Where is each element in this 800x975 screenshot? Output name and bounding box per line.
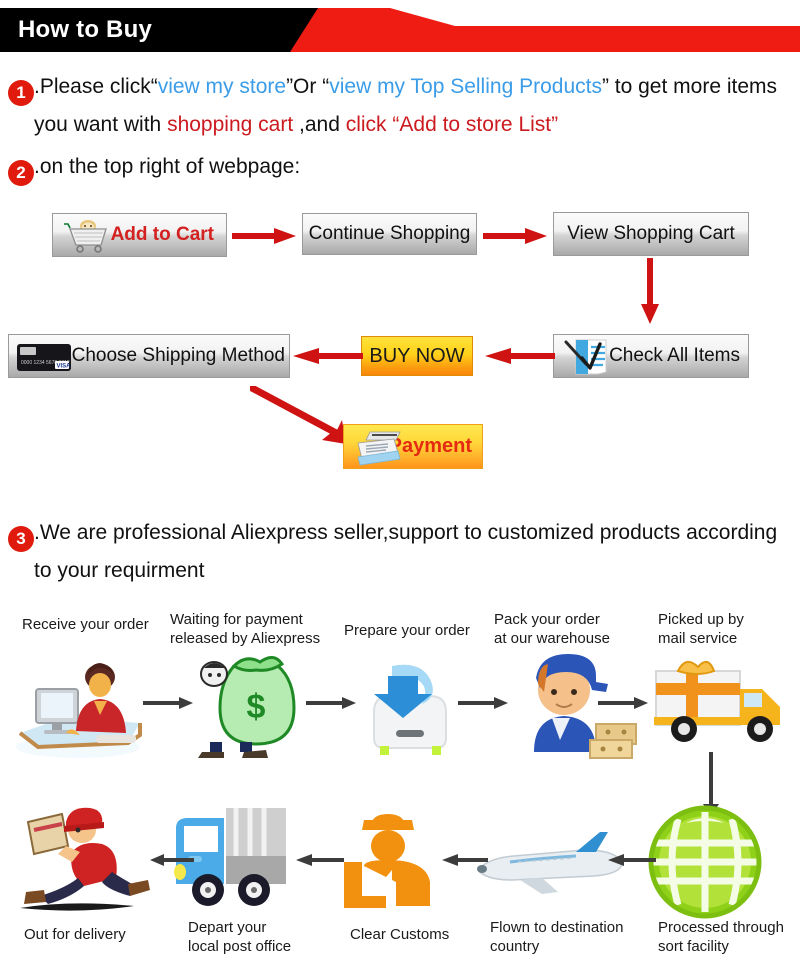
how-to-buy-banner: How to Buy bbox=[0, 8, 800, 52]
step-1-text-e: ,and bbox=[293, 113, 346, 136]
shopping-cart-emphasis: shopping cart bbox=[167, 113, 294, 136]
arrow-down-to-check-all-items bbox=[641, 258, 659, 324]
ship-arrow-5 bbox=[150, 854, 194, 866]
buy-now-label: BUY NOW bbox=[369, 344, 465, 367]
ship-label-prepare-your-order: Prepare your order bbox=[344, 622, 470, 639]
add-to-cart-button[interactable]: Add to Cart bbox=[52, 213, 227, 257]
ship-label-picked-up-by-mail-service: Picked up by mail service bbox=[658, 611, 744, 647]
ship-label-clear-customs: Clear Customs bbox=[350, 926, 450, 943]
checklist-icon bbox=[564, 339, 607, 375]
ship-arrow-4 bbox=[598, 697, 648, 709]
continue-shopping-label: Continue Shopping bbox=[308, 223, 471, 244]
step-3-text: .We are professional Aliexpress seller,s… bbox=[34, 521, 778, 544]
download-box-icon bbox=[373, 664, 447, 755]
ship-label-receive-your-order: Receive your order bbox=[22, 616, 149, 633]
view-shopping-cart-label: View Shopping Cart bbox=[567, 223, 735, 244]
continue-shopping-button[interactable]: Continue Shopping bbox=[302, 213, 477, 255]
ship-arrow-2 bbox=[306, 697, 356, 709]
step-1-text-c: ” to get more items bbox=[601, 75, 778, 98]
svg-text:VISA: VISA bbox=[57, 364, 72, 370]
person-at-computer-icon bbox=[16, 663, 142, 758]
ship-arrow-6 bbox=[296, 854, 344, 866]
page-title: How to Buy bbox=[18, 16, 152, 43]
step-3-line-2: to your requirment bbox=[34, 552, 204, 590]
ship-arrow-1 bbox=[143, 697, 193, 709]
choose-shipping-method-button[interactable]: 0000 1234 5678 9012 VISA Choose Shipping… bbox=[8, 334, 290, 378]
running-courier-icon bbox=[20, 807, 150, 911]
view-shopping-cart-button[interactable]: View Shopping Cart bbox=[553, 212, 749, 256]
step-2-badge: 2 bbox=[8, 160, 34, 186]
add-to-store-list-emphasis: click “Add to store List” bbox=[345, 113, 559, 136]
add-to-cart-label: Add to Cart bbox=[110, 224, 214, 245]
step-1-text-d: you want with bbox=[34, 113, 168, 136]
step-3-line-1: 3 .We are professional Aliexpress seller,… bbox=[8, 514, 777, 552]
delivery-truck-gift-icon bbox=[654, 660, 780, 742]
svg-text:$: $ bbox=[247, 688, 266, 726]
check-all-items-button[interactable]: Check All Items bbox=[553, 334, 749, 378]
ship-arrow-7 bbox=[442, 854, 488, 866]
ship-label-out-for-delivery: Out for delivery bbox=[24, 926, 126, 943]
money-bag-icon: $ bbox=[198, 656, 296, 758]
arrow-right-to-continue-shopping bbox=[232, 228, 296, 244]
arrow-left-to-buy-now bbox=[485, 348, 555, 364]
ship-label-depart-local-post-office: Depart your local post office bbox=[188, 919, 292, 955]
step-1-text-b: ”Or “ bbox=[286, 75, 330, 98]
green-globe-icon bbox=[648, 805, 762, 919]
check-all-items-label: Check All Items bbox=[609, 345, 740, 366]
step-1-badge: 1 bbox=[8, 80, 34, 106]
step-3-text-b: to your requirment bbox=[34, 559, 205, 582]
payment-button[interactable]: Payment bbox=[343, 424, 483, 469]
ship-arrow-8 bbox=[608, 854, 656, 866]
step-2-text: .on the top right of webpage: bbox=[34, 155, 301, 178]
view-my-top-selling-products-link[interactable]: view my Top Selling Products bbox=[329, 75, 602, 98]
customs-officer-icon bbox=[344, 814, 430, 908]
arrow-right-to-view-cart bbox=[483, 228, 547, 244]
ship-label-processed-through-sort-facility: Processed through sort facility bbox=[658, 919, 784, 955]
cash-register-icon bbox=[357, 431, 401, 466]
choose-shipping-method-label: Choose Shipping Method bbox=[71, 345, 285, 366]
arrow-left-to-choose-shipping bbox=[293, 348, 363, 364]
view-my-store-link[interactable]: view my store bbox=[158, 75, 286, 98]
step-1-line-1: 1 .Please click“view my store”Or “view my… bbox=[8, 68, 777, 106]
step-2-line-1: 2 .on the top right of webpage: bbox=[8, 148, 300, 186]
ship-label-waiting-for-payment: Waiting for payment released by Aliexpre… bbox=[170, 611, 321, 647]
step-1-text-a: .Please click“ bbox=[34, 75, 158, 98]
ship-label-pack-your-order: Pack your order at our warehouse bbox=[494, 611, 610, 647]
buy-now-button[interactable]: BUY NOW bbox=[361, 336, 473, 376]
shopping-cart-icon bbox=[64, 220, 107, 253]
step-1-line-2: you want with shopping cart ,and click “… bbox=[34, 106, 558, 144]
credit-card-icon: 0000 1234 5678 9012 VISA bbox=[17, 344, 72, 371]
step-3-badge: 3 bbox=[8, 526, 34, 552]
ship-label-flown-to-destination: Flown to destination country bbox=[490, 919, 624, 955]
ship-arrow-3 bbox=[458, 697, 508, 709]
